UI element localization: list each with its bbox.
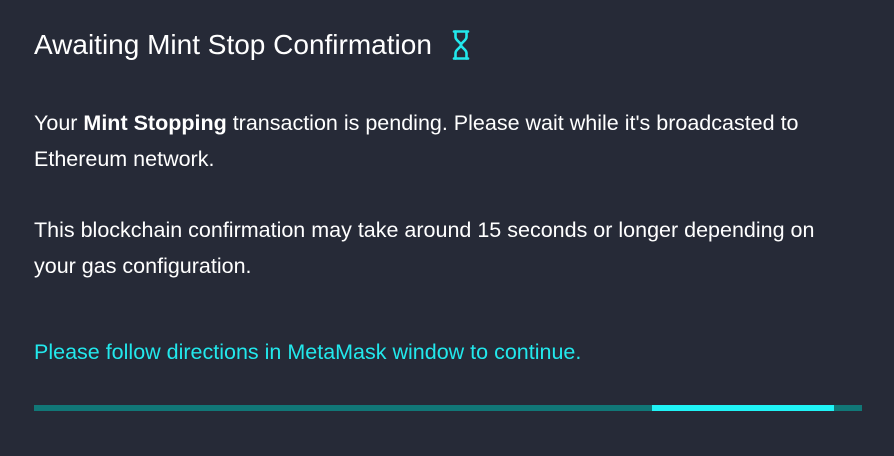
confirmation-time-message: This blockchain confirmation may take ar… bbox=[34, 218, 815, 278]
pending-message: Your Mint Stopping transaction is pendin… bbox=[34, 105, 854, 177]
pending-message-prefix: Your bbox=[34, 111, 84, 135]
progress-bar bbox=[34, 405, 862, 411]
dialog-title: Awaiting Mint Stop Confirmation bbox=[34, 29, 432, 60]
title-row: Awaiting Mint Stop Confirmation bbox=[34, 26, 470, 64]
progress-bar-segment bbox=[651, 405, 834, 411]
hourglass-icon bbox=[452, 29, 470, 61]
metamask-notice: Please follow directions in MetaMask win… bbox=[34, 340, 582, 364]
pending-transaction-dialog: Awaiting Mint Stop Confirmation Your Min… bbox=[0, 0, 894, 456]
transaction-type: Mint Stopping bbox=[83, 111, 227, 135]
